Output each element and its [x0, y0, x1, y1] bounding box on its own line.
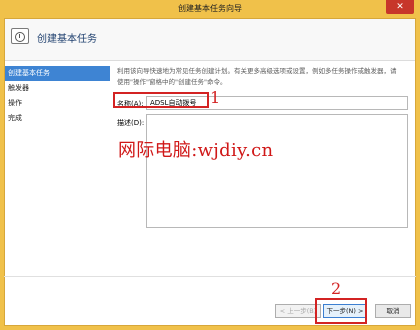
- wizard-header-title: 创建基本任务: [37, 34, 97, 45]
- wizard-header: 创建基本任务: [5, 19, 415, 61]
- cancel-button[interactable]: 取消: [375, 304, 411, 318]
- window-title: 创建基本任务向导: [178, 4, 242, 13]
- wizard-steps-sidebar: 创建基本任务 触发器 操作 完成: [5, 66, 110, 326]
- watermark-text: 网际电脑:wjdiy.cn: [118, 140, 274, 161]
- wizard-window: 创建基本任务向导 ✕ 创建基本任务 创建基本任务 触发器 操作 完成 利用该向导…: [0, 0, 420, 330]
- step-action[interactable]: 操作: [5, 96, 110, 111]
- description-textarea[interactable]: [146, 114, 408, 228]
- wizard-client-area: 创建基本任务 创建基本任务 触发器 操作 完成 利用该向导快速地为常见任务创建计…: [4, 18, 416, 326]
- step-finish[interactable]: 完成: [5, 111, 110, 126]
- close-button[interactable]: ✕: [386, 0, 414, 14]
- footer-divider: [4, 276, 416, 277]
- annotation-box-next: [315, 298, 367, 324]
- title-bar[interactable]: 创建基本任务向导 ✕: [0, 0, 420, 18]
- description-label: 描述(D):: [117, 119, 145, 127]
- wizard-description: 利用该向导快速地为常见任务创建计划。有关更多高级选项或设置，例如多任务操作或触发…: [117, 67, 397, 86]
- step-create-basic-task[interactable]: 创建基本任务: [5, 66, 110, 81]
- annotation-marker-2: 2: [331, 279, 342, 298]
- task-scheduler-icon: [11, 28, 29, 44]
- step-trigger[interactable]: 触发器: [5, 81, 110, 96]
- annotation-box-name: [113, 92, 209, 108]
- annotation-marker-1: 1: [210, 88, 221, 107]
